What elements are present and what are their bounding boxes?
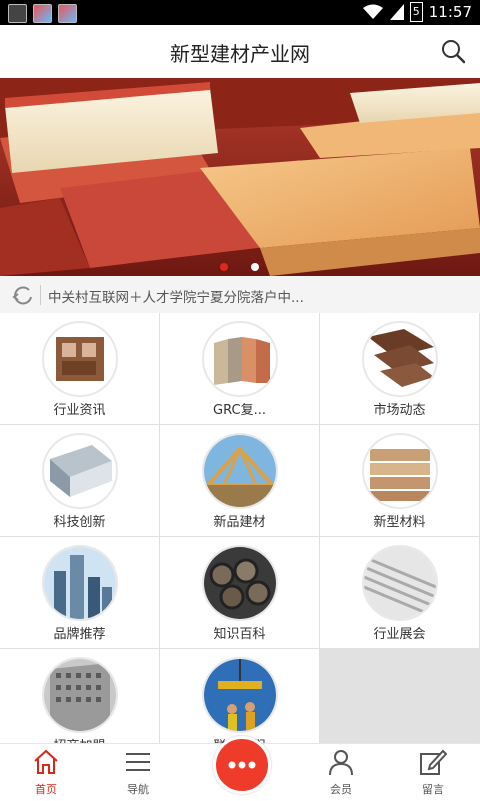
signal-icon bbox=[389, 4, 404, 20]
category-franchise[interactable]: 招商加盟 bbox=[0, 649, 160, 743]
news-ticker[interactable]: 中关村互联网＋人才学院宁夏分院落户中... bbox=[0, 276, 480, 314]
category-news[interactable]: 行业资讯 bbox=[0, 313, 160, 425]
tab-home[interactable]: 首页 bbox=[6, 744, 86, 801]
category-new-materials[interactable]: 新型材料 bbox=[320, 425, 480, 537]
wood-stack-image bbox=[362, 433, 438, 509]
menu-icon bbox=[126, 753, 150, 771]
home-icon bbox=[34, 749, 58, 774]
app-header: 新型建材产业网 bbox=[0, 25, 480, 79]
banner-carousel[interactable] bbox=[0, 78, 480, 276]
status-bar: 5 11:57 bbox=[0, 0, 480, 25]
metal-sheets-image bbox=[362, 545, 438, 621]
tab-member[interactable]: 会员 bbox=[301, 744, 381, 801]
more-button[interactable] bbox=[213, 736, 271, 794]
more-icon bbox=[228, 761, 256, 769]
roof-frame-image bbox=[202, 433, 278, 509]
category-label: 新品建材 bbox=[213, 515, 266, 530]
category-grid: 行业资讯 GRC复... 市场动态 科技创新 新品建材 新型材料 品牌推荐 知识… bbox=[0, 313, 480, 743]
tab-navigation[interactable]: 导航 bbox=[98, 744, 178, 801]
app-notification-icon bbox=[33, 4, 52, 23]
perforated-wall-image bbox=[42, 657, 118, 733]
ticker-text[interactable]: 中关村互联网＋人才学院宁夏分院落户中... bbox=[48, 286, 304, 306]
category-brands[interactable]: 品牌推荐 bbox=[0, 537, 160, 649]
app-notification-icon-2 bbox=[58, 4, 77, 23]
tab-label: 留言 bbox=[422, 783, 444, 796]
category-label: 新型材料 bbox=[373, 515, 426, 530]
bottom-tab-bar: 首页 导航 会员 留言 bbox=[0, 736, 480, 801]
refresh-icon bbox=[12, 286, 32, 305]
tab-label: 会员 bbox=[330, 783, 352, 796]
category-label: 科技创新 bbox=[53, 515, 106, 530]
category-label: 品牌推荐 bbox=[53, 627, 106, 642]
wood-beams-image bbox=[362, 321, 438, 397]
notification-icons bbox=[8, 4, 77, 23]
steel-pipes-image bbox=[202, 545, 278, 621]
battery-icon: 5 bbox=[409, 2, 423, 22]
search-icon[interactable] bbox=[440, 38, 466, 64]
category-label: GRC复... bbox=[213, 403, 266, 418]
category-label: 招商加盟 bbox=[0, 735, 159, 743]
clock: 11:57 bbox=[428, 3, 472, 21]
carousel-dot-2[interactable] bbox=[251, 263, 259, 271]
image-notification-icon bbox=[8, 4, 27, 23]
category-label: 知识百科 bbox=[213, 627, 266, 642]
category-grc[interactable]: GRC复... bbox=[160, 313, 320, 425]
ticker-divider bbox=[40, 285, 41, 305]
pvc-profile-image bbox=[42, 321, 118, 397]
battery-level: 5 bbox=[412, 5, 420, 18]
category-label: 行业展会 bbox=[373, 627, 426, 642]
edit-icon bbox=[420, 749, 447, 775]
category-market[interactable]: 市场动态 bbox=[320, 313, 480, 425]
skyscrapers-image bbox=[42, 545, 118, 621]
category-tech[interactable]: 科技创新 bbox=[0, 425, 160, 537]
insulation-panel-image bbox=[42, 433, 118, 509]
page-title: 新型建材产业网 bbox=[170, 42, 310, 66]
tab-label: 导航 bbox=[127, 783, 149, 796]
category-contact[interactable]: 联系我们 bbox=[160, 649, 320, 743]
category-new-products[interactable]: 新品建材 bbox=[160, 425, 320, 537]
grid-empty-cell bbox=[320, 649, 480, 743]
stone-panels-image bbox=[202, 321, 278, 397]
banner-image bbox=[0, 78, 480, 276]
tab-label: 首页 bbox=[35, 783, 57, 796]
category-exhibitions[interactable]: 行业展会 bbox=[320, 537, 480, 649]
category-label: 行业资讯 bbox=[53, 403, 106, 418]
category-label: 市场动态 bbox=[373, 403, 426, 418]
status-right: 5 11:57 bbox=[362, 2, 472, 22]
carousel-dot-1[interactable] bbox=[220, 263, 228, 271]
category-knowledge[interactable]: 知识百科 bbox=[160, 537, 320, 649]
crane-workers-image bbox=[202, 657, 278, 733]
wifi-icon bbox=[362, 4, 383, 19]
tab-message[interactable]: 留言 bbox=[393, 744, 473, 801]
user-icon bbox=[329, 750, 353, 776]
